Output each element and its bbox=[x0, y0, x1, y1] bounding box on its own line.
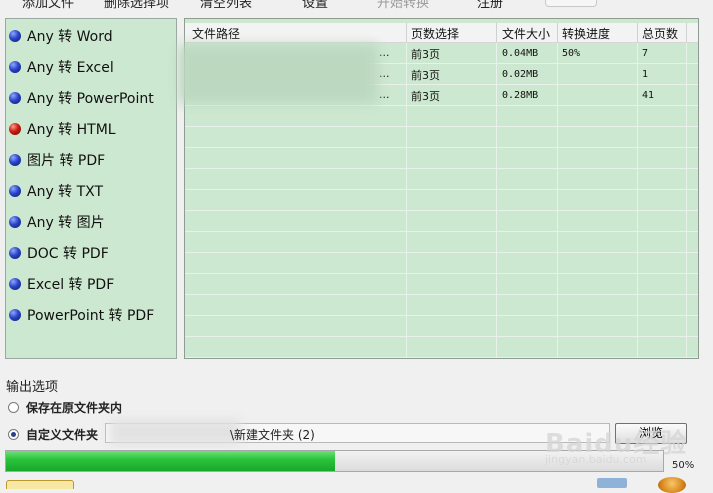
conversion-item-label: PowerPoint 转 PDF bbox=[27, 308, 155, 324]
conversion-type-list: Any 转 Word Any 转 Excel Any 转 PowerPoint Any… bbox=[5, 18, 177, 359]
grid-hline bbox=[185, 336, 698, 337]
column-divider[interactable] bbox=[637, 23, 638, 42]
blue-bullet-icon bbox=[9, 278, 21, 290]
custom-folder-option[interactable]: 自定义文件夹 bbox=[8, 426, 98, 443]
grid-hline bbox=[185, 357, 698, 358]
grid-hline bbox=[185, 147, 698, 148]
clear-list-button[interactable]: 清空列表 bbox=[200, 0, 252, 11]
conversion-item[interactable]: DOC 转 PDF bbox=[9, 241, 109, 265]
save-original-radio[interactable] bbox=[8, 402, 19, 413]
bottom-blue-button[interactable] bbox=[597, 478, 627, 488]
cell-pages[interactable]: 前3页 bbox=[411, 88, 440, 104]
red-bullet-icon bbox=[9, 123, 21, 135]
conversion-item[interactable]: Any 转 Word bbox=[9, 24, 113, 48]
column-header-progress[interactable]: 转换进度 bbox=[562, 25, 610, 42]
conversion-item[interactable]: Any 转 PowerPoint bbox=[9, 86, 154, 110]
cell-path: ... bbox=[379, 88, 390, 101]
blue-bullet-icon bbox=[9, 247, 21, 259]
bottom-round-icon[interactable] bbox=[658, 477, 686, 493]
column-header-size[interactable]: 文件大小 bbox=[502, 25, 550, 42]
grid-hline bbox=[185, 231, 698, 232]
blurred-folder-path bbox=[110, 419, 240, 445]
register-button[interactable]: 注册 bbox=[477, 0, 503, 11]
save-original-option[interactable]: 保存在原文件夹内 bbox=[8, 399, 122, 416]
conversion-item[interactable]: Any 转 图片 bbox=[9, 210, 105, 234]
column-header-total[interactable]: 总页数 bbox=[642, 25, 678, 42]
conversion-item-label: 图片 转 PDF bbox=[27, 153, 106, 169]
start-convert-button[interactable]: 开始转换 bbox=[377, 0, 429, 11]
table-header: 文件路径 页数选择 文件大小 转换进度 总页数 bbox=[185, 23, 698, 43]
cell-path: ... bbox=[379, 67, 390, 80]
add-file-button[interactable]: 添加文件 bbox=[22, 0, 74, 11]
cell-size: 0.02MB bbox=[502, 69, 539, 80]
conversion-item-label: Any 转 TXT bbox=[27, 184, 104, 200]
grid-hline bbox=[185, 294, 698, 295]
conversion-item-label: Any 转 PowerPoint bbox=[27, 91, 154, 107]
blue-bullet-icon bbox=[9, 30, 21, 42]
blue-bullet-icon bbox=[9, 92, 21, 104]
conversion-item-label: Any 转 Word bbox=[27, 29, 113, 45]
conversion-item[interactable]: Any 转 TXT bbox=[9, 179, 103, 203]
cell-total: 1 bbox=[642, 69, 649, 80]
grid-hline bbox=[185, 189, 698, 190]
grid-hline bbox=[185, 168, 698, 169]
grid-hline bbox=[185, 126, 698, 127]
save-original-label[interactable]: 保存在原文件夹内 bbox=[26, 399, 122, 416]
conversion-item[interactable]: Any 转 Excel bbox=[9, 55, 114, 79]
progress-percent: 50% bbox=[672, 460, 695, 471]
cell-total: 41 bbox=[642, 90, 655, 101]
conversion-item[interactable]: PowerPoint 转 PDF bbox=[9, 303, 154, 327]
column-divider[interactable] bbox=[406, 23, 407, 42]
column-header-pages[interactable]: 页数选择 bbox=[411, 25, 459, 42]
blue-bullet-icon bbox=[9, 185, 21, 197]
blurred-file-path bbox=[178, 44, 378, 104]
grid-hline bbox=[185, 210, 698, 211]
cell-size: 0.04MB bbox=[502, 48, 539, 59]
blue-bullet-icon bbox=[9, 309, 21, 321]
toolbar: 添加文件 删除选择项 清空列表 设置 开始转换 注册 bbox=[0, 0, 713, 12]
baidu-watermark: Baidu经验 jingyan.baidu.com bbox=[545, 423, 687, 466]
column-divider[interactable] bbox=[496, 23, 497, 42]
cell-pages[interactable]: 前3页 bbox=[411, 46, 440, 62]
cell-pages[interactable]: 前3页 bbox=[411, 67, 440, 83]
settings-button[interactable]: 设置 bbox=[302, 0, 328, 11]
output-folder-value: \新建文件夹 (2) bbox=[230, 428, 315, 442]
column-divider[interactable] bbox=[686, 23, 687, 42]
conversion-item[interactable]: Excel 转 PDF bbox=[9, 272, 114, 296]
toolbar-extra-button[interactable] bbox=[545, 0, 597, 7]
column-divider[interactable] bbox=[557, 23, 558, 42]
cell-total: 7 bbox=[642, 48, 649, 59]
conversion-item[interactable]: Any 转 HTML bbox=[9, 117, 116, 141]
grid-hline bbox=[185, 315, 698, 316]
output-options-title: 输出选项 bbox=[6, 380, 59, 395]
blue-bullet-icon bbox=[9, 216, 21, 228]
conversion-item-label: DOC 转 PDF bbox=[27, 246, 109, 262]
watermark-url: jingyan.baidu.com bbox=[545, 453, 647, 466]
cell-path: ... bbox=[379, 46, 390, 59]
conversion-item-label: Any 转 图片 bbox=[27, 215, 105, 231]
cell-progress: 50% bbox=[562, 48, 581, 59]
blue-bullet-icon bbox=[9, 61, 21, 73]
cell-size: 0.28MB bbox=[502, 90, 539, 101]
grid-hline bbox=[185, 273, 698, 274]
conversion-item[interactable]: 图片 转 PDF bbox=[9, 148, 105, 172]
conversion-item-label: Excel 转 PDF bbox=[27, 277, 115, 293]
column-header-path[interactable]: 文件路径 bbox=[192, 25, 240, 42]
custom-folder-radio[interactable] bbox=[8, 429, 19, 440]
custom-folder-label[interactable]: 自定义文件夹 bbox=[26, 426, 98, 443]
grid-hline bbox=[185, 252, 698, 253]
delete-selected-button[interactable]: 删除选择项 bbox=[104, 0, 169, 11]
conversion-item-label: Any 转 HTML bbox=[27, 122, 116, 138]
blue-bullet-icon bbox=[9, 154, 21, 166]
conversion-item-label: Any 转 Excel bbox=[27, 60, 114, 76]
progress-fill bbox=[6, 451, 335, 471]
